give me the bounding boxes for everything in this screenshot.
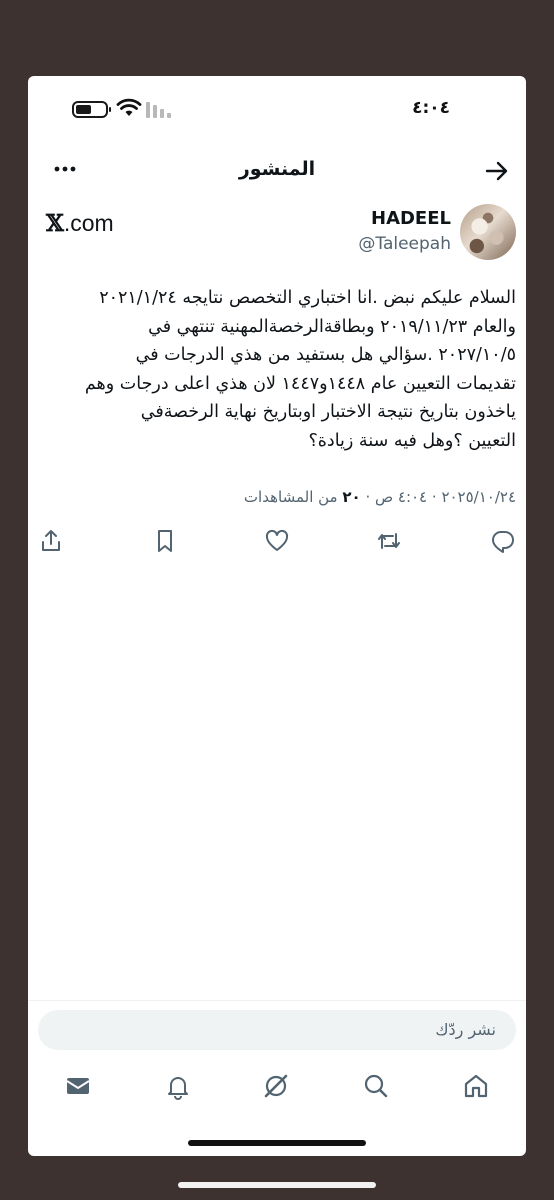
share-icon[interactable]	[38, 528, 66, 556]
views-count: ٢٠	[342, 488, 361, 506]
signal-icon	[146, 102, 171, 118]
bell-icon[interactable]	[164, 1072, 192, 1100]
post-header: المنشور	[28, 152, 526, 192]
tweet-time: ٤:٠٤ ص	[374, 488, 428, 506]
avatar[interactable]	[460, 204, 516, 260]
phone-screen: ٤:٠٤ المنشور HADEEL @Taleepah 𝕏.com السل…	[28, 76, 526, 1156]
device-bottom-bar	[178, 1182, 376, 1188]
search-icon[interactable]	[362, 1072, 390, 1100]
like-icon[interactable]	[264, 528, 292, 556]
reply-input[interactable]: نشر ردّك	[38, 1010, 516, 1050]
mail-icon[interactable]	[64, 1072, 92, 1100]
divider	[28, 1000, 526, 1001]
tweet-date: ٢٠٢٥/١٠/٢٤	[441, 488, 516, 506]
home-icon[interactable]	[462, 1072, 490, 1100]
tweet-meta: ٢٠٢٥/١٠/٢٤ · ٤:٠٤ ص · ٢٠ من المشاهدات	[244, 488, 516, 506]
bookmark-icon[interactable]	[152, 528, 180, 556]
tweet-actions	[28, 528, 526, 558]
x-com-logo: 𝕏.com	[46, 210, 114, 237]
meta-separator: ·	[360, 488, 375, 506]
page-title: المنشور	[238, 158, 316, 180]
home-indicator[interactable]	[188, 1140, 366, 1146]
author-handle[interactable]: @Taleepah	[358, 234, 451, 254]
reply-icon[interactable]	[490, 528, 518, 556]
status-time: ٤:٠٤	[412, 98, 450, 118]
author-name[interactable]: HADEEL	[371, 208, 451, 229]
back-arrow-icon[interactable]	[484, 158, 510, 184]
tweet-text: السلام عليكم نبض .انا اختباري التخصص نتا…	[84, 288, 516, 451]
views-label: من المشاهدات	[243, 488, 343, 506]
meta-separator: ·	[427, 488, 442, 506]
bottom-nav	[28, 1072, 526, 1102]
retweet-icon[interactable]	[376, 528, 404, 556]
wifi-icon	[116, 98, 142, 116]
x-logo-text: .com	[63, 210, 114, 236]
battery-icon	[72, 101, 111, 118]
x-logo-mark: 𝕏	[46, 210, 64, 237]
grok-icon[interactable]	[262, 1072, 290, 1100]
